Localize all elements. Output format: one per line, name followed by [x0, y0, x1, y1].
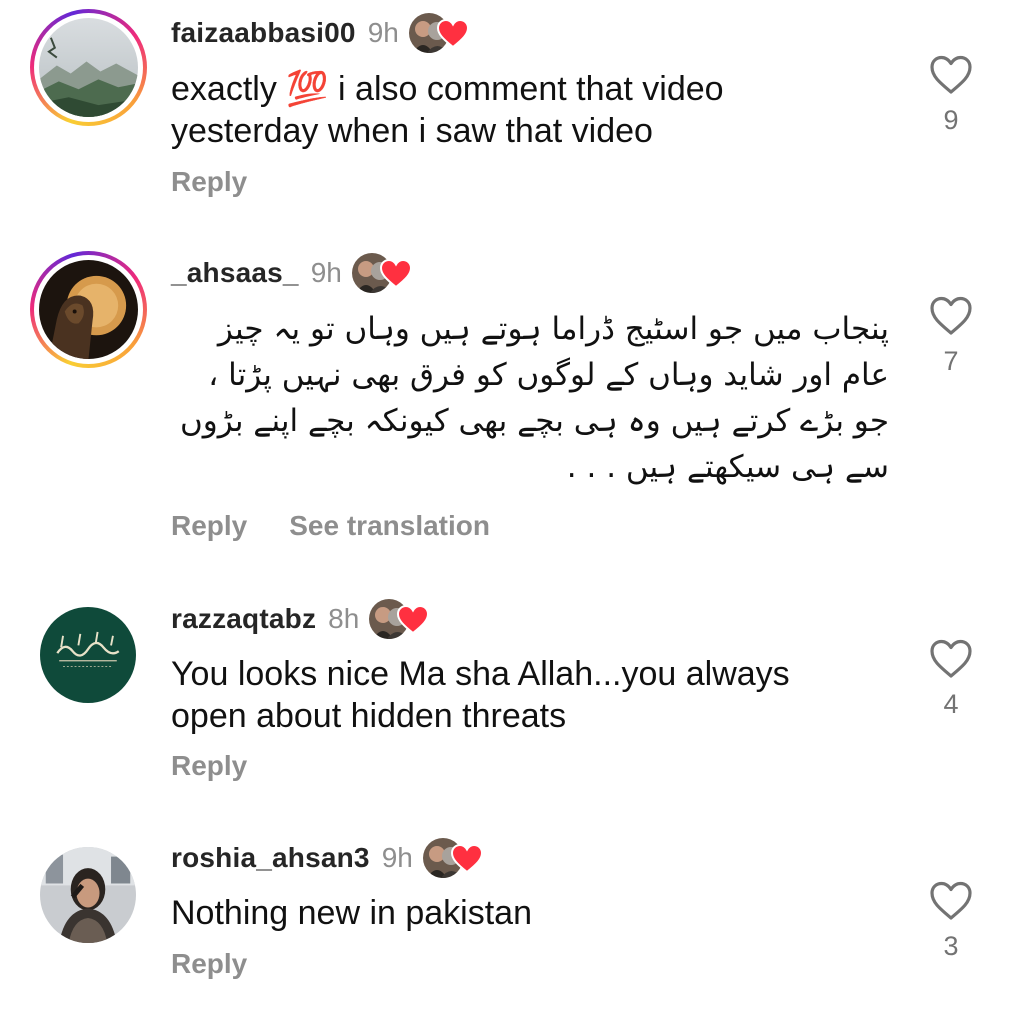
comment-text: exactly 💯 i also comment that video yest… — [171, 70, 724, 150]
mountain-landscape-avatar-icon — [39, 18, 138, 117]
comment-actions: Reply — [171, 750, 247, 782]
avatar[interactable] — [30, 9, 147, 126]
like-control[interactable]: 3 — [925, 881, 977, 962]
like-count: 7 — [943, 346, 959, 376]
timestamp: 8h — [328, 603, 360, 634]
username[interactable]: roshia_ahsan3 — [171, 842, 370, 874]
heart-badge-icon — [379, 259, 412, 289]
creator-liked-badge — [351, 253, 414, 293]
username[interactable]: _ahsaas_ — [171, 257, 299, 289]
comment-header: _ahsaas_ 9h — [171, 253, 414, 293]
username[interactable]: faizaabbasi00 — [171, 17, 356, 49]
username[interactable]: razzaqtabz — [171, 603, 316, 635]
comment-text: You looks nice Ma sha Allah...you always… — [171, 655, 790, 735]
comment-text: پنجاب میں جو اسٹیج ڈراما ہوتے ہیں وہاں ت… — [179, 311, 889, 485]
reply-button[interactable]: Reply — [171, 948, 247, 980]
heart-outline-icon[interactable] — [929, 296, 973, 336]
heart-outline-icon[interactable] — [929, 881, 973, 921]
avatar[interactable] — [40, 847, 136, 943]
timestamp: 9h — [367, 17, 399, 48]
reply-button[interactable]: Reply — [171, 750, 247, 782]
reply-button[interactable]: Reply — [171, 166, 247, 198]
creator-liked-badge — [408, 13, 471, 53]
woman-photo-avatar-icon — [40, 847, 136, 943]
like-count: 4 — [943, 689, 959, 719]
creator-liked-badge — [422, 838, 485, 878]
heart-badge-icon — [436, 19, 469, 49]
heart-badge-icon — [450, 844, 483, 874]
comment-actions: Reply — [171, 166, 247, 198]
lion-moon-avatar-icon — [39, 260, 138, 359]
comment-item: roshia_ahsan3 9h Nothing new in pakistan… — [0, 815, 1024, 1011]
heart-badge-icon — [397, 605, 430, 635]
like-control[interactable]: 9 — [925, 55, 977, 136]
like-control[interactable]: 7 — [925, 296, 977, 377]
comment-item: faizaabbasi00 9h exactly 💯 i also commen… — [0, 0, 1024, 230]
timestamp: 9h — [310, 257, 342, 288]
timestamp: 9h — [381, 842, 413, 873]
like-count: 9 — [943, 105, 959, 135]
see-translation-button[interactable]: See translation — [289, 510, 490, 542]
avatar[interactable] — [30, 251, 147, 368]
comment-header: roshia_ahsan3 9h — [171, 838, 485, 878]
comment-actions: Reply — [171, 948, 247, 980]
heart-outline-icon[interactable] — [929, 639, 973, 679]
creator-liked-badge — [369, 599, 431, 639]
comment-header: razzaqtabz 8h — [171, 599, 431, 639]
comment-actions: Reply See translation — [171, 510, 490, 542]
calligraphy-avatar-icon — [40, 607, 136, 703]
heart-outline-icon[interactable] — [929, 55, 973, 95]
comment-item: razzaqtabz 8h You looks nice Ma sha Alla… — [0, 575, 1024, 815]
like-control[interactable]: 4 — [925, 639, 977, 720]
comment-text: Nothing new in pakistan — [171, 894, 533, 932]
comment-item: _ahsaas_ 9h پنجاب میں جو اسٹیج ڈراما ہوت… — [0, 230, 1024, 575]
avatar[interactable] — [40, 607, 136, 703]
reply-button[interactable]: Reply — [171, 510, 247, 542]
like-count: 3 — [943, 931, 959, 961]
comment-header: faizaabbasi00 9h — [171, 13, 471, 53]
